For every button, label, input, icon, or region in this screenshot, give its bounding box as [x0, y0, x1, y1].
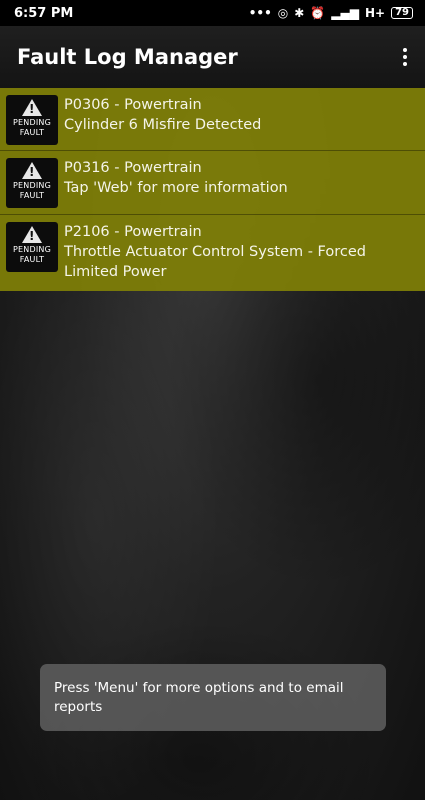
- fault-code: P0316 - Powertrain: [64, 160, 202, 176]
- pending-fault-icon: PENDING FAULT: [6, 158, 58, 208]
- status-time: 6:57 PM: [14, 5, 74, 21]
- fault-description: Throttle Actuator Control System - Force…: [64, 244, 366, 280]
- fault-row[interactable]: PENDING FAULT P0316 - Powertrain Tap 'We…: [0, 151, 425, 215]
- more-dots-icon: •••: [248, 6, 272, 20]
- battery-level: 79: [395, 7, 409, 18]
- fault-code: P2106 - Powertrain: [64, 224, 202, 240]
- warning-triangle-icon: [22, 162, 42, 179]
- badge-label: PENDING: [13, 118, 51, 127]
- toast-text: Press 'Menu' for more options and to ema…: [54, 680, 344, 715]
- signal-icon: ▂▄▆: [331, 6, 359, 20]
- fault-row[interactable]: PENDING FAULT P0306 - Powertrain Cylinde…: [0, 88, 425, 151]
- warning-triangle-icon: [22, 226, 42, 243]
- bluetooth-icon: ✱: [294, 6, 305, 20]
- badge-label: PENDING: [13, 245, 51, 254]
- status-icons: ••• ◎ ✱ ⏰ ▂▄▆ H+ 79: [249, 7, 413, 19]
- warning-triangle-icon: [22, 99, 42, 116]
- battery-icon: 79: [391, 7, 413, 19]
- badge-label: FAULT: [19, 255, 45, 264]
- fault-description: Tap 'Web' for more information: [64, 180, 288, 196]
- badge-label: PENDING: [13, 181, 51, 190]
- pending-fault-icon: PENDING FAULT: [6, 95, 58, 145]
- fault-description: Cylinder 6 Misfire Detected: [64, 117, 262, 133]
- app-title: Fault Log Manager: [17, 45, 238, 69]
- app-bar: Fault Log Manager: [0, 26, 425, 88]
- fault-row[interactable]: PENDING FAULT P2106 - Powertrain Throttl…: [0, 215, 425, 291]
- overflow-menu-icon[interactable]: [395, 42, 415, 72]
- hotspot-icon: ◎: [277, 6, 289, 20]
- badge-label: FAULT: [19, 128, 45, 137]
- status-bar: 6:57 PM ••• ◎ ✱ ⏰ ▂▄▆ H+ 79: [0, 0, 425, 26]
- alarm-icon: ⏰: [310, 6, 326, 20]
- fault-code: P0306 - Powertrain: [64, 97, 202, 113]
- fault-list: PENDING FAULT P0306 - Powertrain Cylinde…: [0, 88, 425, 291]
- toast-message: Press 'Menu' for more options and to ema…: [40, 664, 386, 731]
- network-type: H+: [364, 6, 386, 20]
- badge-label: FAULT: [19, 191, 45, 200]
- pending-fault-icon: PENDING FAULT: [6, 222, 58, 272]
